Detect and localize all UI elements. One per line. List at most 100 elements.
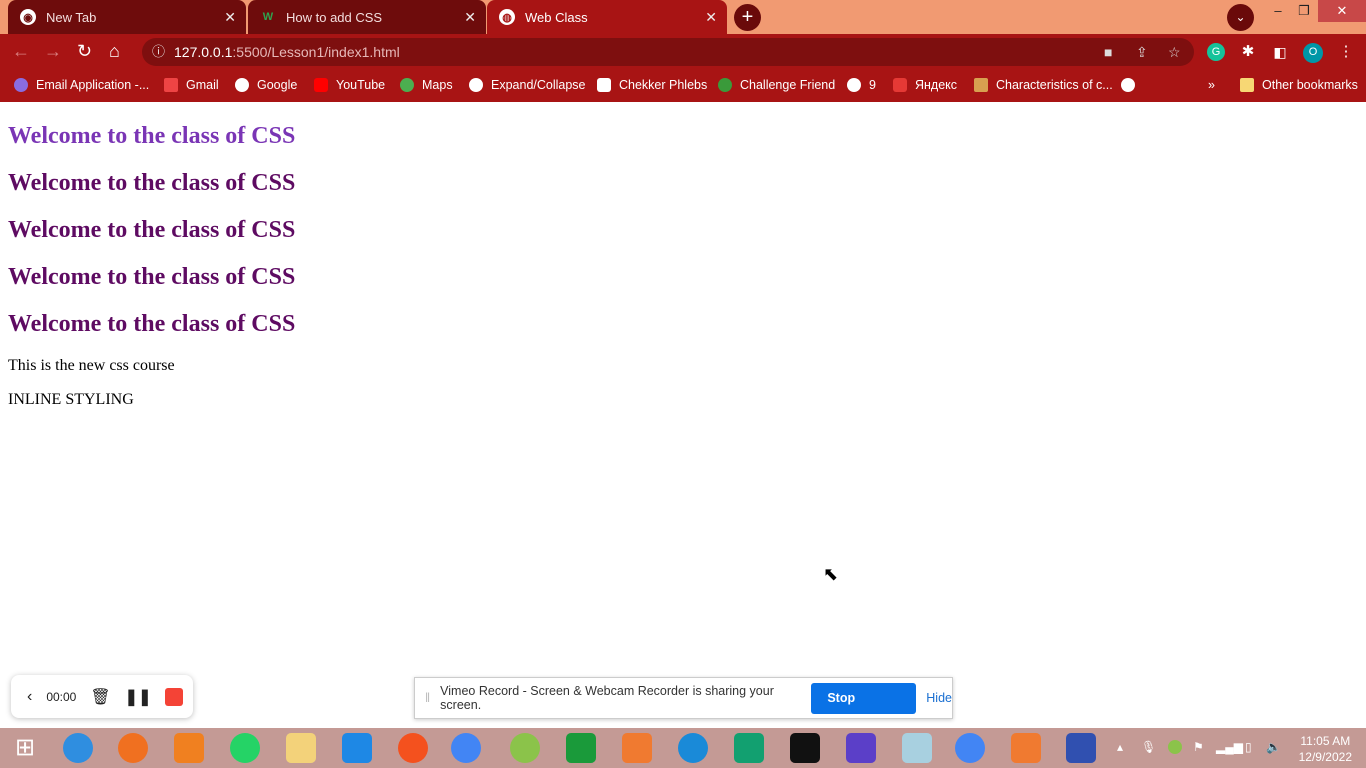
close-icon[interactable]: ✕: [464, 9, 476, 26]
trash-icon[interactable]: 🗑: [90, 687, 110, 707]
heading: Welcome to the class of CSS: [8, 217, 296, 243]
grammarly-icon[interactable]: G: [1207, 43, 1225, 61]
bookmark-item[interactable]: Chekker Phlebs: [597, 78, 707, 92]
home-button[interactable]: ⌂: [109, 41, 120, 62]
chrome-icon: ◉: [20, 9, 36, 25]
side-panel-icon[interactable]: ◧: [1271, 43, 1289, 61]
url-host: 127.0.0.1: [174, 44, 233, 60]
tab-title: New Tab: [46, 9, 97, 25]
whatsapp-icon[interactable]: [230, 733, 260, 763]
microphone-icon[interactable]: 🎙: [1141, 740, 1156, 754]
tray-arrow-icon[interactable]: ▴: [1117, 740, 1123, 754]
bookmark-icon: [974, 78, 988, 92]
tab-new-tab[interactable]: ◉ New Tab ✕: [8, 0, 246, 34]
bookmark-item[interactable]: Challenge Friend: [718, 78, 835, 92]
address-bar[interactable]: ⓘ 127.0.0.1:5500/Lesson1/index1.html ■ ⇪…: [142, 38, 1194, 66]
bookmark-item[interactable]: YouTube: [314, 78, 385, 92]
close-window-button[interactable]: ✕: [1318, 0, 1366, 22]
inline-styling-text: INLINE STYLING: [8, 391, 134, 408]
bookmark-label: 9: [869, 78, 876, 92]
app-icon[interactable]: [734, 733, 764, 763]
tab-web-class[interactable]: ◍ Web Class ✕: [487, 0, 727, 34]
collapse-icon[interactable]: ‹: [27, 688, 32, 706]
battery-icon[interactable]: ▯: [1245, 740, 1252, 754]
network-app-icon[interactable]: [1066, 733, 1096, 763]
bookmark-label: Expand/Collapse: [491, 78, 586, 92]
mouse-cursor-icon: ⬉: [823, 564, 839, 584]
heading: Welcome to the class of CSS: [8, 311, 296, 337]
reload-button[interactable]: ↻: [77, 41, 92, 62]
uc-browser-icon[interactable]: [174, 733, 204, 763]
drag-handle-icon[interactable]: ‖: [425, 691, 430, 705]
stop-recording-button[interactable]: [165, 687, 184, 706]
back-button[interactable]: ←: [12, 41, 30, 62]
bookmark-label: Email Application -...: [36, 78, 150, 92]
tab-search-button[interactable]: ⌄: [1227, 4, 1254, 31]
file-explorer-icon[interactable]: [286, 733, 316, 763]
store-icon[interactable]: [566, 733, 596, 763]
app-icon[interactable]: [510, 733, 540, 763]
internet-explorer-icon[interactable]: [63, 733, 93, 763]
close-icon[interactable]: ✕: [224, 9, 236, 26]
bookmark-icon: [14, 78, 28, 92]
taskbar: ⊞ ▴ 🎙 ⚑ ▂▄▆ ▯ 🔈 11:05 AM 12/9/2022: [0, 728, 1366, 768]
profile-avatar[interactable]: O: [1303, 43, 1323, 63]
bookmark-item[interactable]: Яндекс: [893, 78, 957, 92]
share-icon[interactable]: ⇪: [1136, 38, 1148, 66]
other-bookmarks[interactable]: Other bookmarks: [1240, 78, 1358, 92]
app-icon[interactable]: [398, 733, 428, 763]
heading: Welcome to the class of CSS: [8, 264, 296, 290]
bookmark-star-icon[interactable]: ☆: [1168, 38, 1181, 66]
flag-icon[interactable]: ⚑: [1193, 740, 1204, 754]
hide-button[interactable]: Hide: [926, 691, 952, 705]
tray-app-icon[interactable]: [1168, 740, 1182, 754]
bookmark-item[interactable]: Email Application -...: [14, 78, 149, 92]
bookmark-label: Other bookmarks: [1262, 78, 1358, 92]
stop-sharing-button[interactable]: Stop sharing: [811, 682, 917, 736]
xampp-icon[interactable]: [622, 733, 652, 763]
youtube-icon: [314, 78, 328, 92]
bookmark-label: Characteristics of c...: [996, 78, 1113, 92]
xampp-icon[interactable]: [1011, 733, 1041, 763]
bookmark-item[interactable]: Maps: [400, 78, 453, 92]
menu-icon[interactable]: ⋮: [1337, 43, 1355, 61]
info-icon[interactable]: ⓘ: [152, 38, 165, 66]
camera-icon[interactable]: ■: [1104, 38, 1112, 66]
bookmark-item[interactable]: Gmail: [164, 78, 219, 92]
firefox-icon[interactable]: [118, 733, 148, 763]
bookmark-label: Google: [257, 78, 298, 92]
new-tab-button[interactable]: +: [734, 4, 761, 31]
h-app-icon[interactable]: [790, 733, 820, 763]
extensions-icon[interactable]: ✱: [1239, 43, 1257, 61]
edge-icon[interactable]: [678, 733, 708, 763]
vscode-icon[interactable]: [342, 733, 372, 763]
maps-icon: [400, 78, 414, 92]
pause-icon[interactable]: ❚❚: [125, 687, 152, 707]
tab-how-to-add-css[interactable]: W How to add CSS ✕: [248, 0, 486, 34]
yandex-icon: [893, 78, 907, 92]
bookmark-item[interactable]: Characteristics of c...: [974, 78, 1113, 92]
chrome-icon[interactable]: [955, 733, 985, 763]
bookmark-item[interactable]: Expand/Collapse: [469, 78, 586, 92]
chrome-icon[interactable]: [451, 733, 481, 763]
screen-share-bar: ‖ Vimeo Record - Screen & Webcam Recorde…: [414, 677, 953, 736]
volume-icon[interactable]: 🔈: [1266, 740, 1281, 754]
bookmark-item[interactable]: 9: [847, 78, 876, 92]
bookmark-item[interactable]: [1121, 78, 1143, 92]
folder-icon: [1240, 78, 1254, 92]
bookmark-item[interactable]: Google: [235, 78, 297, 92]
windows-start-icon[interactable]: ⊞: [10, 733, 40, 763]
notepad-icon[interactable]: [902, 733, 932, 763]
bookmark-label: Gmail: [186, 78, 219, 92]
close-icon[interactable]: ✕: [705, 9, 717, 26]
bookmark-label: YouTube: [336, 78, 386, 92]
clock[interactable]: 11:05 AM 12/9/2022: [1299, 733, 1352, 765]
forward-button[interactable]: →: [44, 41, 62, 62]
heading: Welcome to the class of CSS: [8, 123, 296, 149]
tab-title: Web Class: [525, 9, 588, 25]
date: 12/9/2022: [1298, 750, 1352, 764]
more-bookmarks-button[interactable]: »: [1208, 78, 1215, 92]
settings-icon[interactable]: [846, 733, 876, 763]
page-content: Welcome to the class of CSS Welcome to t…: [8, 103, 296, 408]
network-icon[interactable]: ▂▄▆: [1216, 740, 1243, 754]
